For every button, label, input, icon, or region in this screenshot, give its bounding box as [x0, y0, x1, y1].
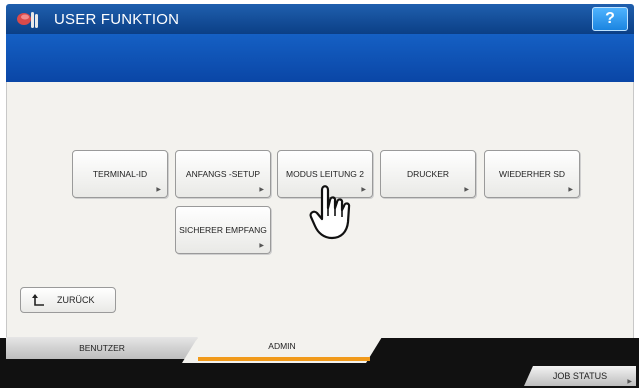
wiederher-sd-button[interactable]: WIEDERHER SD ▶	[484, 150, 580, 198]
page-title: USER FUNKTION	[54, 11, 180, 28]
submenu-arrow-icon: ▶	[627, 379, 632, 385]
back-label: ZURÜCK	[57, 295, 95, 305]
submenu-arrow-icon: ▶	[156, 187, 161, 193]
anfangs-setup-label: ANFANGS -SETUP	[185, 169, 261, 179]
message-bar	[6, 34, 634, 82]
submenu-arrow-icon: ▶	[259, 243, 264, 249]
submenu-arrow-icon: ▶	[259, 187, 264, 193]
wiederher-sd-label: WIEDERHER SD	[498, 169, 566, 179]
user-function-icon	[17, 12, 38, 28]
drucker-label: DRUCKER	[406, 169, 450, 179]
tab-benutzer[interactable]: BENUTZER	[6, 337, 198, 359]
title-bar: USER FUNKTION ?	[6, 4, 634, 34]
job-status-label: JOB STATUS	[552, 371, 608, 381]
modus-leitung-2-label: MODUS LEITUNG 2	[286, 169, 364, 179]
submenu-arrow-icon: ▶	[568, 187, 573, 193]
help-button[interactable]: ?	[592, 7, 628, 31]
submenu-arrow-icon: ▶	[361, 187, 366, 193]
job-status-button[interactable]: JOB STATUS ▶	[524, 366, 636, 386]
back-button[interactable]: ZURÜCK	[20, 287, 116, 313]
active-tab-indicator	[198, 357, 370, 361]
sicherer-empfang-label: SICHERER EMPFANG	[179, 225, 267, 235]
terminal-id-button[interactable]: TERMINAL-ID ▶	[72, 150, 168, 198]
sicherer-empfang-button[interactable]: SICHERER EMPFANG ▶	[175, 206, 271, 254]
back-arrow-icon	[32, 294, 44, 306]
drucker-button[interactable]: DRUCKER ▶	[380, 150, 476, 198]
submenu-arrow-icon: ▶	[464, 187, 469, 193]
pointing-hand-icon	[309, 185, 351, 240]
terminal-id-label: TERMINAL-ID	[92, 169, 148, 179]
anfangs-setup-button[interactable]: ANFANGS -SETUP ▶	[175, 150, 271, 198]
